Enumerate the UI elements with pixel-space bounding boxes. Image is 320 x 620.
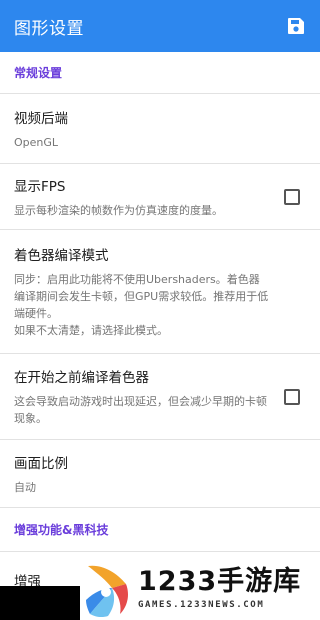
show-fps-checkbox[interactable] — [284, 188, 300, 205]
pref-title: 画面比例 — [14, 455, 68, 472]
pref-precompile-shaders[interactable]: 在开始之前编译着色器 这会导致启动游戏时出现延迟，但会减少早期的卡顿现象。 — [0, 354, 320, 440]
pref-title: 着色器编译模式 — [14, 248, 109, 264]
pref-summary: 同步：启用此功能将不使用Ubershaders。着色器编译期间会发生卡顿，但GP… — [14, 273, 269, 337]
pref-show-fps[interactable]: 显示FPS 显示每秒渲染的帧数作为仿真速度的度量。 — [0, 164, 320, 230]
watermark: 1233手游库 GAMES.1233NEWS.COM — [80, 556, 320, 620]
save-button[interactable] — [284, 14, 308, 38]
pref-summary: 显示每秒渲染的帧数作为仿真速度的度量。 — [14, 203, 223, 217]
watermark-dark-block — [0, 586, 80, 620]
pref-shader-compilation-mode[interactable]: 着色器编译模式 同步：启用此功能将不使用Ubershaders。着色器编译期间会… — [0, 230, 320, 354]
pref-summary: 自动 — [14, 480, 36, 494]
precompile-shaders-checkbox[interactable] — [284, 388, 300, 405]
pref-title: 视频后端 — [14, 110, 68, 127]
pref-video-backend[interactable]: 视频后端 OpenGL — [0, 94, 320, 164]
pref-title: 显示FPS — [14, 178, 66, 195]
app-bar: 图形设置 — [0, 0, 320, 52]
pref-summary: OpenGL — [14, 135, 59, 149]
save-icon — [288, 18, 304, 34]
brand-logo-icon — [86, 565, 128, 618]
pref-summary: 这会导致启动游戏时出现延迟，但会减少早期的卡顿现象。 — [14, 395, 267, 425]
pref-title: 在开始之前编译着色器 — [14, 370, 149, 386]
pref-aspect-ratio[interactable]: 画面比例 自动 — [0, 440, 320, 508]
section-header-enhancements: 增强功能&黑科技 — [0, 508, 320, 552]
watermark-domain: GAMES.1233NEWS.COM — [138, 600, 265, 610]
section-header-general: 常规设置 — [0, 52, 320, 94]
watermark-brand: 1233手游库 — [138, 566, 302, 597]
settings-list: 常规设置 视频后端 OpenGL 显示FPS 显示每秒渲染的帧数作为仿真速度的度… — [0, 52, 320, 620]
page-title: 图形设置 — [14, 18, 84, 39]
